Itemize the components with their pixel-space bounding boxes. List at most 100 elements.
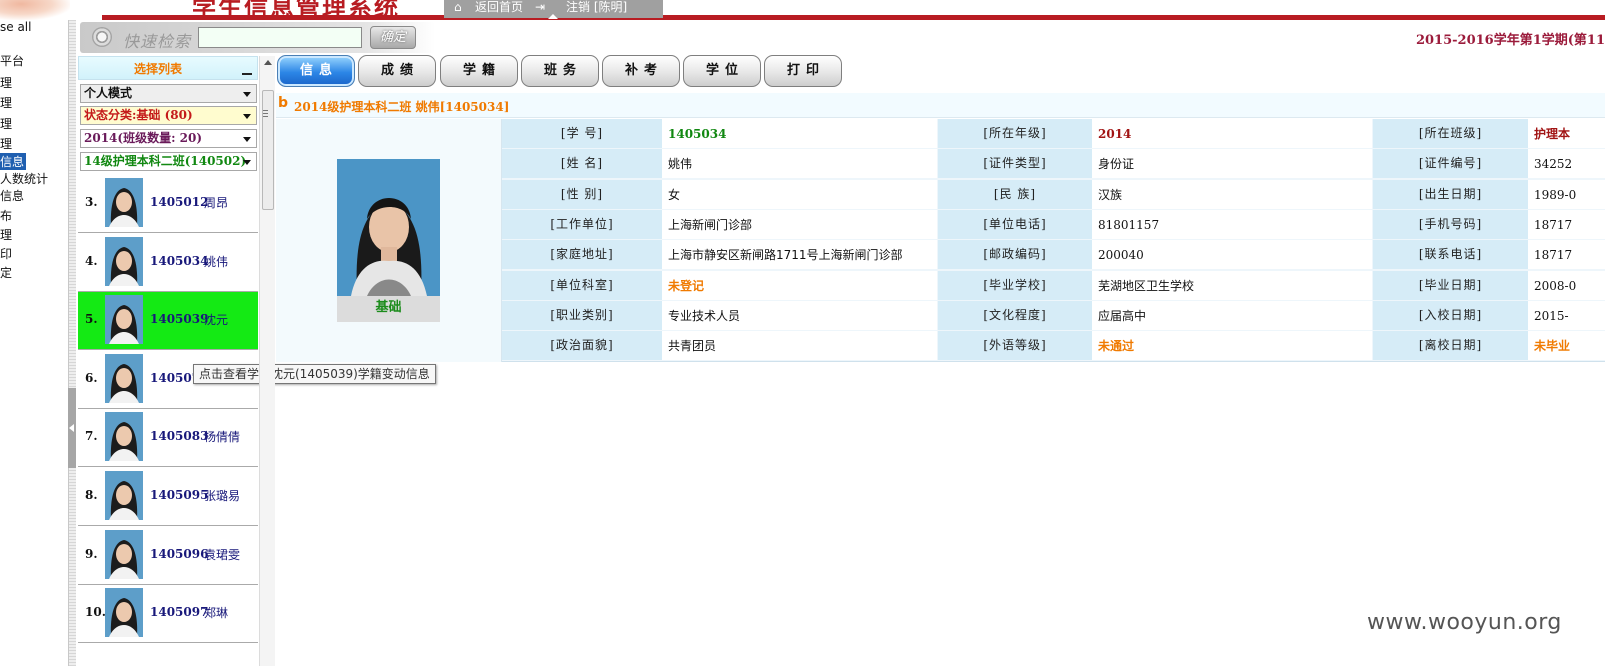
student-thumbnail[interactable]: [105, 353, 143, 403]
chevron-down-icon[interactable]: [243, 160, 251, 165]
field-label: [邮政编码]: [938, 240, 1092, 270]
student-name[interactable]: 郑琳: [204, 604, 228, 621]
detail-row: [职业类别] 专业技术人员 [文化程度] 应届高中 [入校日期] 2015-: [502, 300, 1605, 331]
sidebar-splitter[interactable]: [68, 20, 76, 666]
status-category-select[interactable]: 状态分类:基础 (80): [80, 106, 257, 125]
field-label: [联系电话]: [1373, 240, 1528, 270]
left-nav-item[interactable]: se all: [0, 20, 31, 34]
field-value: 1989-0: [1528, 179, 1605, 209]
left-nav-item[interactable]: 理: [0, 115, 12, 132]
mode-select[interactable]: 个人模式: [80, 84, 257, 103]
left-nav-item[interactable]: 信息: [0, 153, 27, 170]
grade-select-value: 2014(班级数量: 20): [84, 131, 203, 145]
student-id[interactable]: 1405096: [150, 547, 208, 561]
tab-status[interactable]: 学籍: [440, 55, 518, 87]
chevron-down-icon[interactable]: [243, 114, 251, 119]
tab-class-affairs[interactable]: 班务: [521, 55, 599, 87]
left-nav-item[interactable]: 理: [0, 226, 12, 243]
tab-makeup-exam[interactable]: 补考: [602, 55, 680, 87]
student-list-item[interactable]: 8. 1405095 张璐易: [78, 468, 258, 526]
search-input[interactable]: [198, 27, 362, 48]
student-list-scrollbar[interactable]: [259, 56, 275, 666]
student-name[interactable]: 周昂: [204, 194, 228, 211]
left-nav-item[interactable]: 人数统计: [0, 170, 48, 187]
detail-row: [性 别] 女 [民 族] 汉族 [出生日期] 1989-0: [502, 179, 1605, 210]
student-id[interactable]: 1405097: [150, 605, 208, 619]
student-index: 6.: [85, 370, 98, 385]
chevron-down-icon[interactable]: [243, 92, 251, 97]
tab-grades[interactable]: 成绩: [358, 55, 436, 87]
left-nav-item[interactable]: 定: [0, 264, 12, 281]
search-confirm-button[interactable]: 确定: [370, 26, 416, 49]
left-nav-item[interactable]: 平台: [0, 52, 24, 69]
field-label: [所在班级]: [1373, 119, 1528, 148]
field-label: [所在年级]: [938, 119, 1092, 148]
field-label: [姓 名]: [502, 149, 662, 179]
student-id[interactable]: 1405095: [150, 488, 208, 502]
field-label: [单位电话]: [938, 209, 1092, 239]
field-value: 上海新闸门诊部: [662, 209, 937, 239]
left-nav-item[interactable]: 印: [0, 245, 12, 262]
quick-search-bar: 快速检索 确定: [80, 22, 435, 53]
watermark: www.wooyun.org: [1367, 610, 1562, 635]
student-thumbnail[interactable]: [105, 588, 143, 638]
search-label: 快速检索: [123, 32, 192, 51]
student-name[interactable]: 袁珺雯: [204, 546, 240, 563]
left-nav-item[interactable]: 信息: [0, 187, 24, 204]
nav-logout-link[interactable]: 注销 [陈明]: [566, 0, 627, 14]
student-list-item[interactable]: 10. 1405097 郑琳: [78, 585, 258, 644]
tab-info[interactable]: 信息: [277, 55, 355, 87]
student-id[interactable]: 1405012: [150, 195, 208, 209]
student-list-item[interactable]: 9. 1405096 袁珺雯: [78, 526, 258, 585]
status-category-select-value: 状态分类:基础 (80): [84, 108, 193, 122]
collapse-sidebar-button[interactable]: [68, 388, 76, 468]
student-index: 3.: [85, 195, 98, 209]
class-select[interactable]: 14级护理本科二班(140502): [80, 152, 257, 171]
student-name[interactable]: 张璐易: [204, 487, 240, 504]
left-nav-item[interactable]: 理: [0, 74, 12, 91]
field-value: 女: [662, 179, 937, 209]
student-id[interactable]: 1405083: [150, 429, 208, 443]
nav-home-link[interactable]: 返回首页: [475, 0, 523, 14]
field-label: [手机号码]: [1373, 209, 1528, 239]
student-name[interactable]: 姚伟: [204, 253, 228, 270]
detail-row: [单位科室] 未登记 [毕业学校] 芜湖地区卫生学校 [毕业日期] 2008-0: [502, 270, 1605, 301]
scroll-up-icon[interactable]: [264, 60, 272, 65]
student-thumbnail[interactable]: [105, 236, 143, 286]
left-nav-item[interactable]: 理: [0, 135, 12, 152]
student-list-item[interactable]: 5. 1405039 沈元: [78, 292, 258, 351]
field-label: [单位科室]: [502, 270, 662, 300]
student-thumbnail[interactable]: [105, 178, 143, 227]
logout-icon[interactable]: ⇥: [535, 0, 545, 14]
field-label: [文化程度]: [938, 300, 1092, 330]
tab-degree[interactable]: 学位: [683, 55, 761, 87]
student-thumbnail[interactable]: [105, 471, 143, 520]
student-name[interactable]: 沈元: [204, 311, 228, 328]
left-nav-item[interactable]: 理: [0, 94, 12, 111]
student-list-item[interactable]: 7. 1405083 杨倩倩: [78, 409, 258, 468]
student-name[interactable]: 杨倩倩: [204, 428, 240, 445]
scroll-thumb[interactable]: [262, 90, 274, 210]
student-list-item[interactable]: 3. 1405012 周昂: [78, 175, 258, 233]
field-value: 芜湖地区卫生学校: [1092, 270, 1372, 300]
minimize-icon[interactable]: [242, 63, 252, 75]
tab-print[interactable]: 打印: [764, 55, 842, 87]
detail-row: [学 号] 1405034 [所在年级] 2014 [所在班级] 护理本: [502, 119, 1605, 149]
grade-select[interactable]: 2014(班级数量: 20): [80, 129, 257, 148]
student-id[interactable]: 1405039: [150, 312, 208, 326]
mode-select-value: 个人模式: [84, 86, 133, 100]
detail-row: [工作单位] 上海新闸门诊部 [单位电话] 81801157 [手机号码] 18717: [502, 209, 1605, 240]
student-list-item[interactable]: 4. 1405034 姚伟: [78, 233, 258, 292]
student-id[interactable]: 1405034: [150, 254, 208, 268]
home-icon[interactable]: ⌂: [454, 0, 462, 14]
chevron-down-icon[interactable]: [243, 137, 251, 142]
student-index: 4.: [85, 253, 98, 268]
field-value: 姚伟: [662, 149, 937, 179]
student-index: 7.: [85, 429, 98, 444]
student-thumbnail[interactable]: [105, 295, 143, 345]
student-list: 3. 1405012 周昂 4. 1405034 姚伟 5. 1405039 沈元 6. 14050…: [78, 175, 258, 666]
student-thumbnail[interactable]: [105, 529, 143, 579]
left-nav-item[interactable]: 布: [0, 207, 12, 224]
student-thumbnail[interactable]: [105, 412, 143, 462]
field-value: 未通过: [1092, 331, 1372, 361]
